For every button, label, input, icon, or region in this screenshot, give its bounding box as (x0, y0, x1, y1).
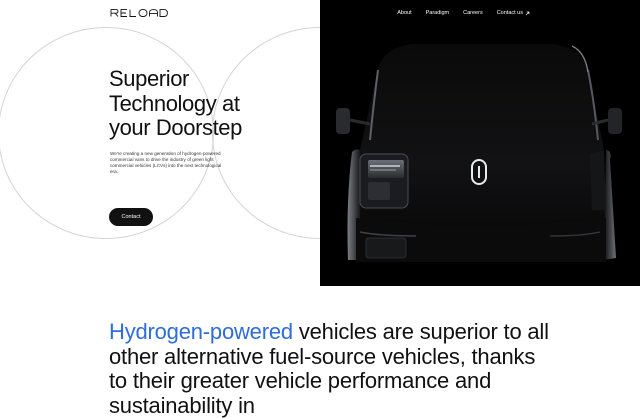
hero-intro-text: We're creating a new generation of hydro… (110, 151, 222, 174)
contact-button[interactable]: Contact (109, 208, 153, 226)
arrow-up-right-icon (525, 11, 530, 15)
nav-link-label: About (397, 10, 412, 16)
nav-link-label: Paradigm (425, 10, 450, 16)
headline-line: Technology at (109, 90, 240, 116)
statement-highlight: Hydrogen-powered (109, 319, 293, 344)
nav-link-careers[interactable]: Careers (463, 10, 483, 16)
hero-headline: Superior Technology at your Doorstep (109, 66, 299, 141)
brand-logo[interactable] (110, 9, 168, 17)
mission-statement: Hydrogen-powered vehicles are superior t… (109, 319, 549, 418)
hydrogen-van-image (336, 44, 622, 262)
nav-link-contact-us[interactable]: Contact us (497, 10, 530, 16)
nav-link-paradigm[interactable]: Paradigm (426, 10, 450, 16)
headline-line: Superior (109, 66, 189, 91)
hero-image-panel: About Paradigm Careers Contact us (320, 0, 640, 286)
main-nav: About Paradigm Careers Contact us (397, 10, 530, 16)
nav-link-about[interactable]: About (397, 10, 411, 16)
headline-line: your Doorstep (109, 115, 242, 140)
nav-link-label: Careers (463, 10, 483, 16)
hero-left-panel: Superior Technology at your Doorstep We'… (0, 0, 320, 286)
nav-link-label: Contact us (496, 10, 523, 16)
